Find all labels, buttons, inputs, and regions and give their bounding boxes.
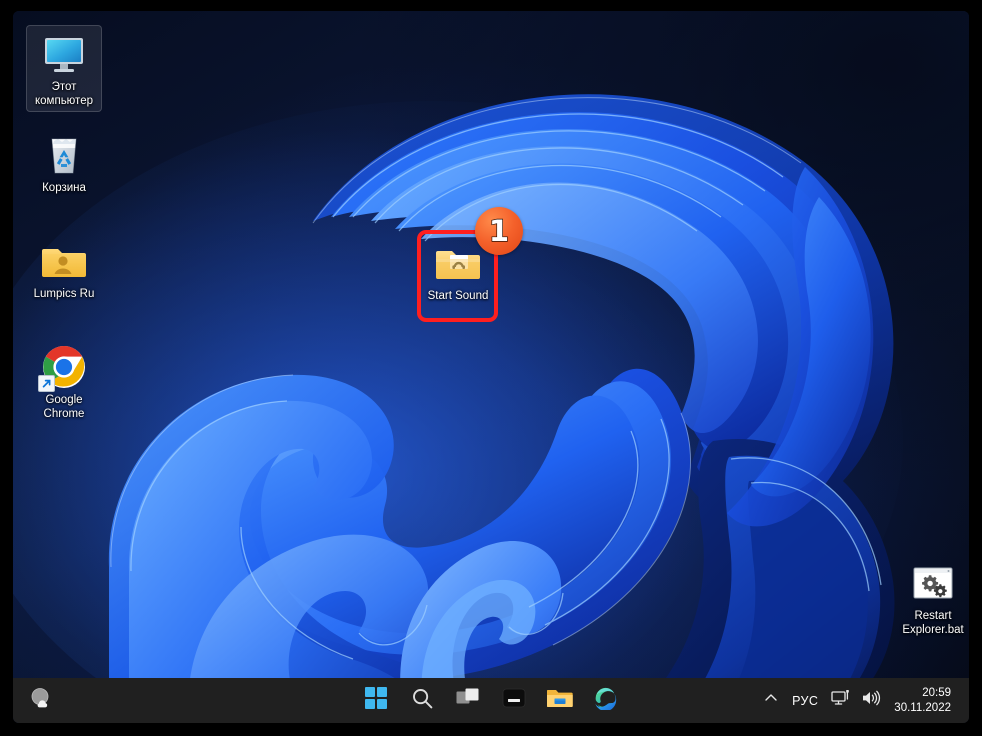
taskbar-right-section: РУС 20:59 30.11.2022 (758, 678, 961, 723)
desktop-icon-restart-explorer-bat[interactable]: Restart Explorer.bat (895, 559, 969, 637)
taskbar-center-section (354, 678, 628, 723)
file-explorer-icon (546, 686, 573, 715)
annotation-step-number: 1 (488, 213, 510, 248)
taskbar-button-edge[interactable] (584, 681, 628, 721)
desktop-icon-google-chrome[interactable]: Google Chrome (26, 343, 102, 421)
cloud-weather-icon (29, 685, 55, 716)
bat-file-icon (909, 559, 957, 607)
taskbar-button-start[interactable] (354, 681, 398, 721)
desktop-icon-label: Этот компьютер (35, 81, 93, 107)
network-icon (831, 689, 851, 712)
tray-language-indicator[interactable]: РУС (784, 685, 826, 717)
shortcut-overlay-icon (38, 375, 55, 392)
tray-clock-date: 30.11.2022 (894, 701, 951, 714)
tray-clock[interactable]: 20:59 30.11.2022 (886, 686, 961, 716)
chrome-icon (38, 343, 88, 392)
tray-network-button[interactable] (826, 685, 856, 717)
taskbar-button-terminal[interactable] (492, 681, 536, 721)
windows-start-icon (365, 687, 387, 714)
recycle-bin-icon (40, 131, 88, 179)
bloom-wallpaper-art (13, 94, 903, 723)
edge-icon (594, 686, 618, 715)
tray-overflow-button[interactable] (758, 685, 784, 717)
monitor-bezel: Этот компьютер Корзина Lumpics Ru Google… (0, 0, 982, 736)
taskbar-button-task-view[interactable] (446, 681, 490, 721)
tray-clock-time: 20:59 (922, 686, 951, 699)
taskbar-left-section (21, 678, 69, 723)
desktop-icon-label: Корзина (42, 182, 86, 194)
taskbar-button-search[interactable] (400, 681, 444, 721)
tray-volume-button[interactable] (856, 685, 886, 717)
user-folder-icon (40, 237, 88, 285)
desktop-icon-recycle-bin[interactable]: Корзина (26, 131, 102, 196)
chevron-up-icon (763, 690, 779, 711)
monitor-icon (40, 30, 88, 78)
task-view-icon (456, 687, 480, 714)
screen-root: Этот компьютер Корзина Lumpics Ru Google… (0, 0, 982, 736)
desktop-icon-label: Restart Explorer.bat (902, 610, 964, 636)
terminal-icon (502, 686, 526, 715)
volume-icon (861, 689, 881, 712)
tray-language-label: РУС (792, 693, 819, 708)
search-icon (411, 687, 434, 715)
desktop-icon-lumpics-ru[interactable]: Lumpics Ru (26, 237, 102, 302)
desktop-icon-label: Lumpics Ru (33, 288, 95, 300)
desktop-icon-label: Google Chrome (43, 394, 85, 420)
taskbar-weather-widget[interactable] (21, 682, 69, 720)
taskbar-button-explorer[interactable] (538, 681, 582, 721)
annotation-step-badge: 1 (475, 207, 523, 255)
desktop[interactable]: Этот компьютер Корзина Lumpics Ru Google… (13, 11, 969, 723)
desktop-icon-this-pc[interactable]: Этот компьютер (26, 25, 102, 112)
taskbar[interactable]: РУС 20:59 30.11.2022 (13, 678, 969, 723)
